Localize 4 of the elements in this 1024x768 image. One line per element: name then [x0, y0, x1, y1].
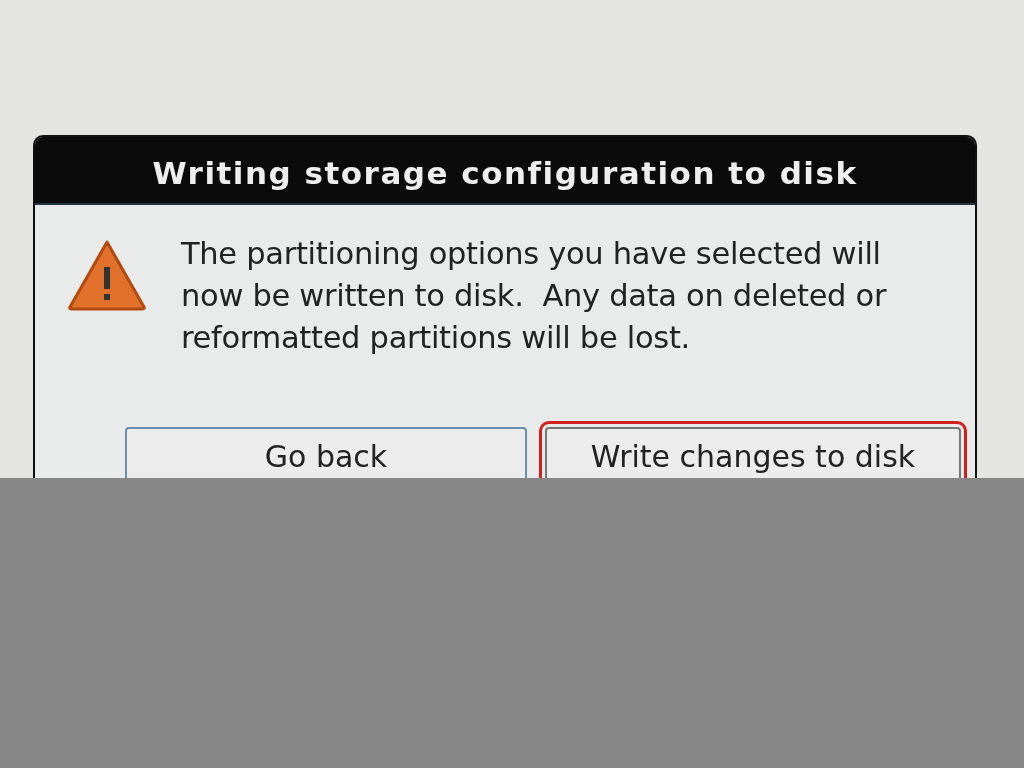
warning-icon [67, 239, 147, 311]
warning-message: The partitioning options you have selected will now be written to disk. Any data on deleted or reformatted partitions will be lost. [181, 235, 888, 357]
back-button[interactable]: Go back [125, 427, 527, 478]
dialog-title: Writing storage configuration to disk [152, 155, 858, 191]
